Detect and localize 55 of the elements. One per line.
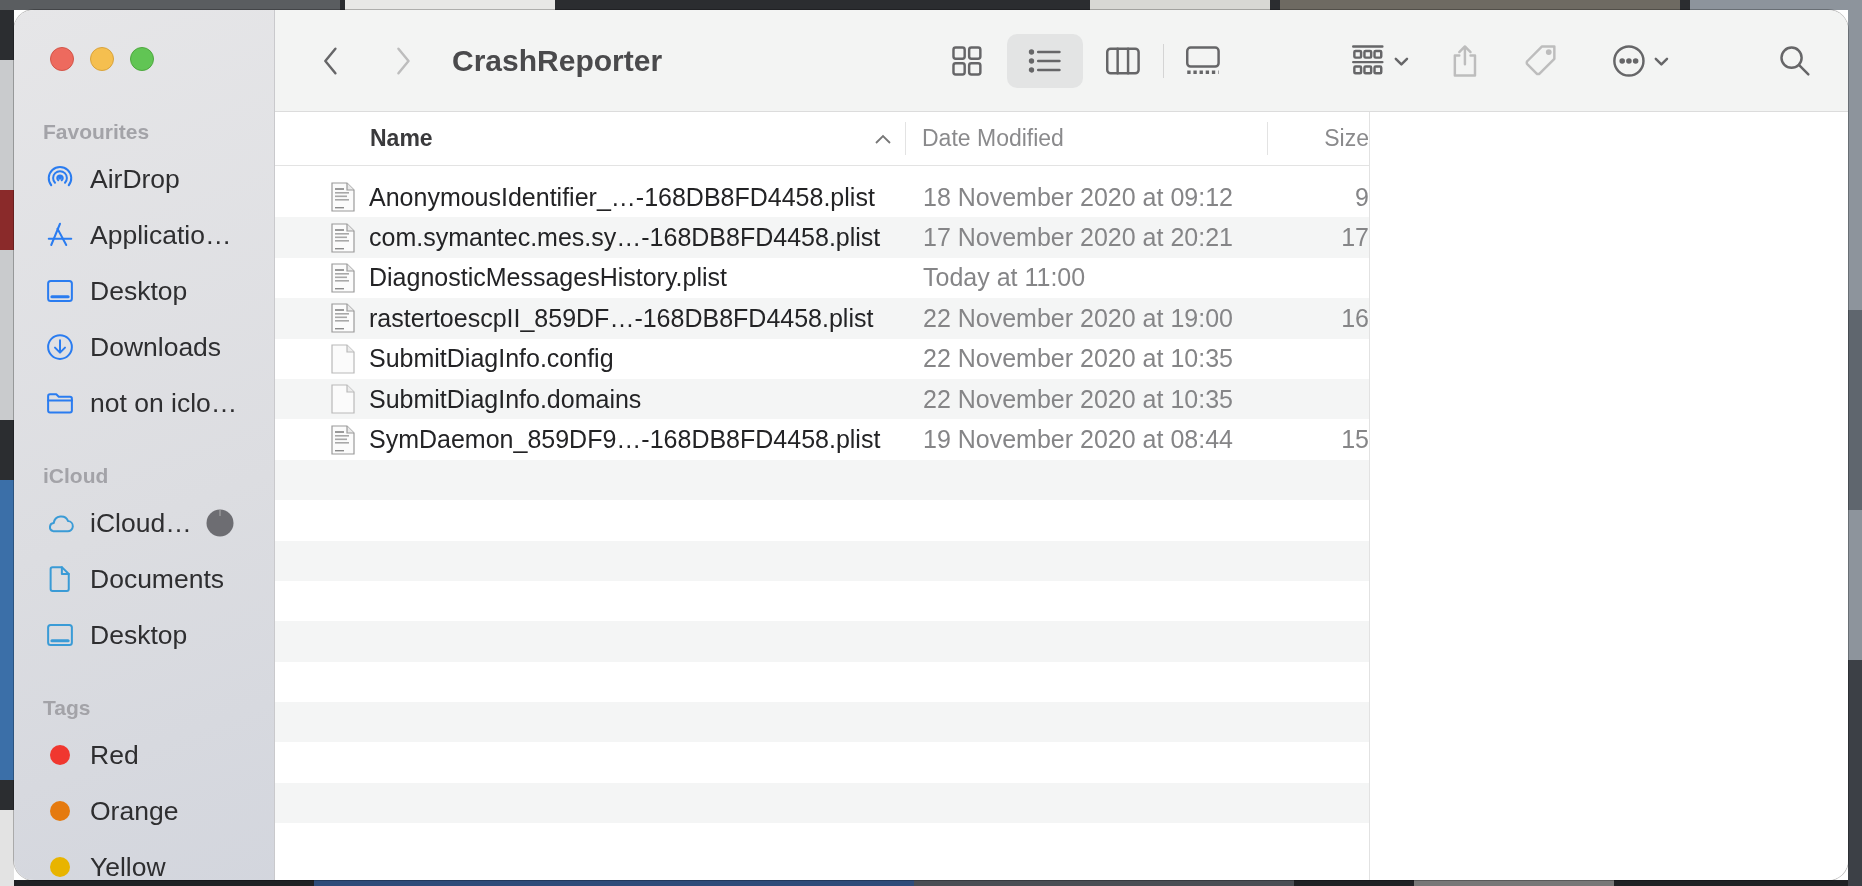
window-title: CrashReporter (452, 43, 663, 78)
download-icon (45, 332, 75, 362)
plist-file-icon (331, 262, 355, 293)
sidebar-item[interactable]: Documents (14, 551, 274, 607)
file-row[interactable]: rastertoescpII_859DF…-168DB8FD4458.plist 22 November 2020 at 19:00 16 (275, 298, 1369, 339)
sidebar-item[interactable]: Desktop (14, 607, 274, 663)
file-name: AnonymousIdentifier_…-168DB8FD4458.plist (369, 182, 875, 212)
date-modified: 18 November 2020 at 09:12 (923, 182, 1233, 212)
sidebar-item[interactable]: Red (14, 727, 274, 783)
file-row[interactable]: SubmitDiagInfo.config 22 November 2020 at 10:35 (275, 338, 1369, 379)
column-title: Date Modified (922, 125, 1064, 152)
view-button[interactable] (1007, 33, 1083, 88)
plist-file-icon (331, 424, 355, 455)
sidebar-item[interactable]: not on iclo… (14, 375, 274, 431)
sidebar-item[interactable]: AirDrop (14, 151, 274, 207)
sidebar-item[interactable]: Desktop (14, 263, 274, 319)
date-modified: 22 November 2020 at 19:00 (923, 303, 1233, 333)
column-title: Size (1324, 125, 1369, 152)
file-name: DiagnosticMessagesHistory.plist (369, 263, 727, 293)
file-size: 17 (1341, 223, 1369, 253)
date-modified: 19 November 2020 at 08:44 (923, 425, 1233, 455)
sidebar-item[interactable]: Applicatio… (14, 207, 274, 263)
plist-file-icon (331, 182, 355, 213)
section-heading: Tags (42, 696, 92, 720)
more-icon (1610, 42, 1670, 79)
file-row[interactable]: SubmitDiagInfo.domains 22 November 2020 at 10:35 (275, 378, 1369, 420)
file-row[interactable]: AnonymousIdentifier_…-168DB8FD4458.plist 18 November 2020 at 09:12 9 (275, 177, 1369, 218)
sidebar-item[interactable]: iCloud… (14, 495, 274, 551)
date-modified: Today at 11:00 (923, 263, 1086, 293)
sidebar-item[interactable]: Orange (14, 783, 274, 839)
document-file-icon (331, 343, 355, 374)
sidebar-item[interactable]: Downloads (14, 319, 274, 375)
section-heading: Favourites (42, 120, 151, 144)
document-file-icon (331, 384, 355, 415)
section-heading: iCloud (42, 464, 110, 488)
file-size: 9 (1355, 182, 1369, 212)
file-size: 15 (1341, 425, 1369, 455)
file-row[interactable]: com.symantec.mes.sy…-168DB8FD4458.plist 17 November 2020 at 20:21 17 (275, 217, 1369, 258)
file-name: com.symantec.mes.sy…-168DB8FD4458.plist (369, 223, 881, 253)
date-modified: 17 November 2020 at 20:21 (923, 223, 1233, 253)
file-name: SymDaemon_859DF9…-168DB8FD4458.plist (369, 425, 881, 455)
date-modified: 22 November 2020 at 10:35 (923, 344, 1233, 374)
plist-file-icon (331, 303, 355, 334)
column-title: Name (370, 125, 433, 152)
file-row[interactable]: DiagnosticMessagesHistory.plist Today at 11:00 (275, 257, 1369, 299)
file-name: SubmitDiagInfo.domains (369, 384, 642, 414)
column-header[interactable]: Name (275, 122, 906, 155)
file-name: rastertoescpII_859DF…-168DB8FD4458.plist (369, 303, 874, 333)
file-row[interactable]: SymDaemon_859DF9…-168DB8FD4458.plist 19 November 2020 at 08:44 15 (275, 419, 1369, 460)
date-modified: 22 November 2020 at 10:35 (923, 384, 1233, 414)
plist-file-icon (331, 222, 355, 253)
file-size: 16 (1341, 303, 1369, 333)
close-button[interactable] (50, 47, 74, 71)
sidebar-item[interactable]: Yellow (14, 839, 274, 880)
file-name: SubmitDiagInfo.config (369, 344, 614, 374)
